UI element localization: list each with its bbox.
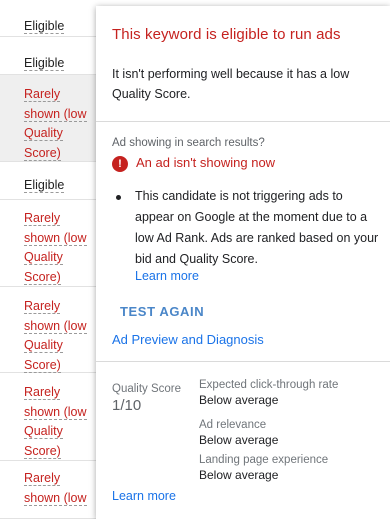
keyword-status-popup: This keyword is eligible to run ads It i…: [96, 6, 390, 519]
status-text: shown (low: [24, 318, 87, 334]
learn-more-link[interactable]: Learn more: [112, 489, 176, 503]
status-cell[interactable]: Rarely shown (low Quality Score): [24, 209, 87, 287]
learn-more-link[interactable]: Learn more: [135, 269, 199, 283]
status-text: Score): [24, 443, 61, 459]
status-cell[interactable]: Rarely shown (low Quality Score): [24, 297, 87, 375]
status-cell[interactable]: Rarely shown (low Quality Score): [24, 383, 87, 461]
status-text: Quality: [24, 338, 63, 353]
popup-title: This keyword is eligible to run ads: [112, 26, 341, 43]
status-text: Score): [24, 357, 61, 373]
test-again-button[interactable]: TEST AGAIN: [120, 304, 204, 319]
ad-preview-diagnosis-link[interactable]: Ad Preview and Diagnosis: [112, 332, 264, 347]
ad-showing-question: Ad showing in search results?: [112, 137, 265, 149]
status-cell[interactable]: Eligible: [24, 54, 65, 74]
metric-value-landing-page: Below average: [199, 468, 279, 482]
bullet-icon: [116, 195, 121, 200]
metric-label-ad-relevance: Ad relevance: [199, 419, 267, 431]
status-text: shown (low: [24, 106, 87, 122]
quality-score-label: Quality Score: [112, 383, 182, 395]
divider: [96, 121, 390, 122]
status-text: Quality: [24, 126, 63, 141]
metric-value-ad-relevance: Below average: [199, 433, 279, 447]
divider: [96, 361, 390, 362]
status-cell[interactable]: Rarely shown (low: [24, 469, 87, 508]
quality-score-value: 1/10: [112, 397, 142, 414]
status-text: shown (low: [24, 230, 87, 246]
status-text: Rarely: [24, 471, 61, 486]
metric-label-ctr: Expected click-through rate: [199, 379, 339, 391]
status-text: Rarely: [24, 211, 61, 226]
status-text: Eligible: [24, 19, 65, 34]
status-text: Rarely: [24, 87, 61, 102]
status-text: Eligible: [24, 178, 65, 193]
status-text: Rarely: [24, 299, 61, 314]
status-text: Score): [24, 269, 61, 285]
status-cell[interactable]: Eligible: [24, 17, 65, 37]
status-text: shown (low: [24, 490, 87, 506]
status-cell[interactable]: Eligible: [24, 176, 65, 196]
status-text: shown (low: [24, 404, 87, 420]
status-explanation: This candidate is not triggering ads to …: [135, 189, 379, 266]
status-text: Rarely: [24, 385, 61, 400]
metric-value-ctr: Below average: [199, 393, 279, 407]
status-text: Quality: [24, 424, 63, 439]
ad-status-text: An ad isn't showing now: [136, 155, 276, 170]
metric-label-landing-page: Landing page experience: [199, 454, 329, 466]
status-text: Eligible: [24, 56, 65, 71]
popup-description: It isn't performing well because it has …: [112, 67, 350, 101]
status-cell[interactable]: Rarely shown (low Quality Score): [24, 85, 87, 163]
status-text: Quality: [24, 250, 63, 265]
status-text: Score): [24, 145, 61, 161]
alert-icon: !: [112, 156, 128, 172]
